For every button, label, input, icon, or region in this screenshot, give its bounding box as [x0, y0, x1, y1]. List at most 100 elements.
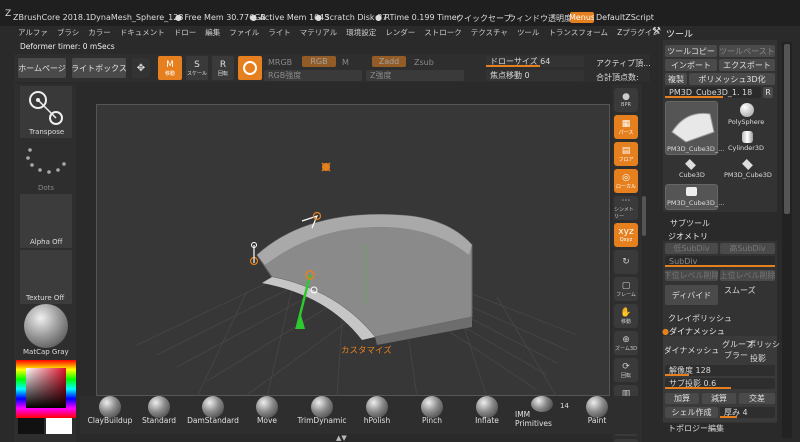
duplicate-button[interactable]: 複製: [665, 73, 687, 85]
brush-claybuildup[interactable]: ClayBuildup: [83, 396, 137, 428]
import-button[interactable]: インポート: [665, 59, 717, 71]
zadd-button[interactable]: Zadd: [372, 56, 406, 67]
menu-item[interactable]: ブラシ: [57, 27, 79, 39]
rgb-intensity-slider[interactable]: RGB強度: [264, 70, 362, 81]
focal-shift-slider[interactable]: 焦点移動 0: [486, 70, 584, 81]
menu-item[interactable]: ライト: [268, 27, 291, 39]
polymesh-button[interactable]: ポリメッシュ3D化: [689, 73, 775, 85]
tool-thumb-cylinder[interactable]: Cylinder3D: [722, 130, 775, 155]
alpha-tile[interactable]: Alpha Off: [20, 194, 72, 248]
polish-toggle[interactable]: ポリッシ: [748, 339, 780, 350]
m-button[interactable]: M: [342, 58, 349, 67]
brush-damstandard[interactable]: DamStandard: [186, 396, 240, 428]
menu-item[interactable]: ストローク: [424, 27, 462, 39]
blur-slider[interactable]: ブラー: [720, 350, 748, 361]
brush-standard[interactable]: Standard: [132, 396, 186, 428]
color-picker[interactable]: [16, 360, 76, 418]
shelf-collapse-icon[interactable]: ▲▼: [336, 434, 347, 442]
home-button[interactable]: ホームページ: [18, 58, 66, 78]
resolution-slider[interactable]: 解像度 128: [665, 365, 775, 376]
tool-panel-scroll-thumb[interactable]: [784, 44, 790, 214]
subtract-button[interactable]: 減算: [702, 393, 736, 404]
tool-thumb-cube[interactable]: Cube3D: [665, 158, 718, 182]
menu-item[interactable]: アルファ: [18, 27, 48, 39]
brush-hpolish[interactable]: hPolish: [350, 396, 404, 428]
intersect-button[interactable]: 交差: [739, 393, 775, 404]
rotate-mode-button[interactable]: R 回転: [212, 56, 234, 80]
dynamesh-button[interactable]: ダイナメッシュ: [665, 343, 718, 357]
menu-item[interactable]: レンダー: [385, 27, 415, 39]
brush-move[interactable]: Move: [240, 396, 294, 428]
menu-item[interactable]: カラー: [88, 27, 111, 39]
z-intensity-slider[interactable]: Z強度: [366, 70, 464, 81]
shell-button[interactable]: シェル作成: [665, 407, 718, 418]
brush-paint[interactable]: Paint: [570, 396, 624, 428]
matcap-tile[interactable]: MatCap Gray: [20, 304, 72, 358]
menu-item[interactable]: ファイル: [229, 27, 259, 39]
shelf-button-floor[interactable]: ▤ フロア: [614, 142, 638, 166]
menu-item[interactable]: 環境設定: [346, 27, 376, 39]
shelf-button-perspective[interactable]: ▦ パース: [614, 115, 638, 139]
add-button[interactable]: 加算: [665, 393, 699, 404]
scale-mode-button[interactable]: S スケール: [186, 56, 208, 80]
tool-thumb-pm3d-2[interactable]: PM3D_Cube3D_...: [665, 184, 724, 210]
menus-button[interactable]: Menus: [570, 12, 594, 23]
tool-panel-scrollbar[interactable]: [782, 42, 792, 438]
shelf-button-zoom[interactable]: ⊕ ズーム3D: [614, 331, 638, 355]
shelf-button-local[interactable]: ◎ ローカル: [614, 169, 638, 193]
transpose-tile[interactable]: Transpose: [20, 86, 72, 138]
dots-stroke-tile[interactable]: Dots: [20, 142, 72, 192]
menu-item[interactable]: マテリアル: [300, 27, 337, 39]
menu-item[interactable]: トランスフォーム: [548, 27, 608, 39]
quicksave-button[interactable]: クイックセーブ: [456, 13, 512, 24]
menu-item[interactable]: ツール: [517, 27, 540, 39]
transparency-button[interactable]: ウィンドウ透明度: [508, 13, 572, 24]
shelf-button-hand[interactable]: ✋ 移動: [614, 304, 638, 328]
thickness-slider[interactable]: 厚み 4: [720, 407, 775, 418]
shelf-button-sphere[interactable]: ● BPR: [614, 88, 638, 112]
export-button[interactable]: エクスポート: [719, 59, 775, 71]
gizmo-button[interactable]: ✥: [132, 58, 150, 78]
divide-button[interactable]: ディバイド: [665, 285, 718, 305]
rgb-button[interactable]: RGB: [302, 56, 336, 67]
tool-copy-button[interactable]: ツールコピー: [665, 45, 717, 57]
script-name[interactable]: DefaultZScript: [596, 13, 654, 22]
brush-pinch[interactable]: Pinch: [405, 396, 459, 428]
higher-subdiv-button[interactable]: 高SubDiv: [720, 243, 775, 254]
tool-paste-button[interactable]: ツールペースト: [719, 45, 775, 57]
draw-mode-button[interactable]: [238, 56, 262, 80]
menu-item[interactable]: 編集: [205, 27, 220, 39]
shelf-button-rotate-small[interactable]: ↻: [614, 250, 638, 274]
smooth-toggle[interactable]: スムーズ: [724, 285, 756, 296]
subdiv-slider[interactable]: SubDiv: [665, 256, 775, 267]
lightbox-button[interactable]: ライトボックス: [72, 58, 126, 78]
subtool-header[interactable]: サブツール: [670, 218, 710, 229]
tool-thumb-polysphere[interactable]: PolySphere: [722, 101, 775, 129]
draw-size-slider[interactable]: ドローサイズ 64: [486, 56, 584, 67]
zsub-button[interactable]: Zsub: [414, 58, 434, 67]
brush-inflate[interactable]: Inflate: [460, 396, 514, 428]
move-mode-button[interactable]: M 移動: [158, 56, 182, 80]
clay-polish-header[interactable]: クレイポリッシュ: [668, 313, 732, 324]
secondary-color-swatch[interactable]: [46, 418, 72, 434]
r-button[interactable]: R: [763, 87, 773, 98]
lower-subdiv-button[interactable]: 低SubDiv: [665, 243, 718, 254]
topology-header[interactable]: トポロジー編集: [668, 423, 724, 434]
menu-item[interactable]: テクスチャ: [471, 27, 508, 39]
tool-thumb-pm3d[interactable]: PM3D_Cube3D: [722, 158, 775, 182]
mrgb-button[interactable]: MRGB: [268, 58, 292, 67]
del-higher-button[interactable]: 上位レベル削除: [720, 270, 775, 281]
shelf-button-symmetry[interactable]: ⋯ シンメトリー: [614, 196, 638, 220]
project-toggle[interactable]: 投影: [750, 353, 766, 364]
subproject-slider[interactable]: サブ投影 0.6: [665, 378, 775, 389]
shelf-button-rotate[interactable]: ⟳ 回転: [614, 358, 638, 382]
shelf-button-xyz[interactable]: xyz Qxyz: [614, 223, 638, 247]
brush-trimdynamic[interactable]: TrimDynamic: [295, 396, 349, 428]
menu-item[interactable]: ドキュメント: [120, 27, 165, 39]
texture-tile[interactable]: Texture Off: [20, 250, 72, 304]
color-square[interactable]: [26, 368, 66, 408]
menu-item[interactable]: Zプラグイン: [617, 27, 660, 39]
current-tool-slider[interactable]: PM3D_Cube3D_1. 18: [665, 87, 761, 98]
shelf-button-frame[interactable]: ▢ フレーム: [614, 277, 638, 301]
right-scrollbar[interactable]: [642, 196, 646, 236]
